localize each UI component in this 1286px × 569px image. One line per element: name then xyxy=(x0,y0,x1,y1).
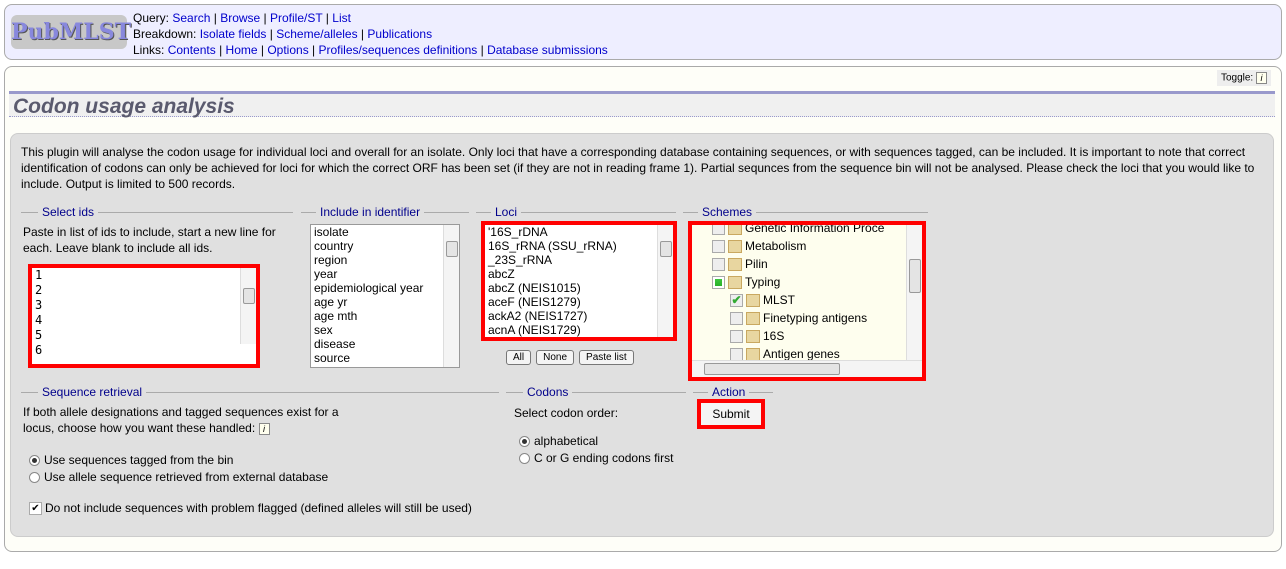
identifier-option[interactable]: year xyxy=(311,267,459,281)
identifier-option[interactable]: isolate xyxy=(311,225,459,239)
folder-icon xyxy=(746,312,760,326)
page-title: Codon usage analysis xyxy=(13,95,235,118)
scheme-item[interactable]: Genetic Information Proce xyxy=(712,225,908,237)
identifier-legend: Include in identifier xyxy=(316,205,425,219)
identifier-scrollbar[interactable] xyxy=(443,225,459,367)
codons-help: Select codon order: xyxy=(514,406,619,420)
options-link[interactable]: Options xyxy=(267,43,308,57)
identifier-option[interactable]: disease xyxy=(311,337,459,351)
select-ids-help: Paste in list of ids to include, start a… xyxy=(23,225,276,255)
checked-checkbox-icon[interactable]: ✔ xyxy=(29,502,42,516)
checkbox-icon[interactable] xyxy=(712,225,725,236)
loci-paste-list-button[interactable]: Paste list xyxy=(579,350,634,365)
database-submissions-link[interactable]: Database submissions xyxy=(487,43,608,57)
main-content: Toggle: i Codon usage analysis This plug… xyxy=(4,66,1282,552)
scheme-alleles-link[interactable]: Scheme/alleles xyxy=(276,27,357,41)
description: This plugin will analyse the codon usage… xyxy=(21,145,1255,191)
contents-link[interactable]: Contents xyxy=(168,43,216,57)
query-list-link[interactable]: List xyxy=(332,11,351,25)
scheme-item[interactable]: Metabolism xyxy=(712,237,908,255)
info-icon[interactable]: i xyxy=(258,422,270,435)
problem-flag-checkbox[interactable]: ✔ Do not include sequences with problem f… xyxy=(29,501,472,516)
folder-icon xyxy=(728,258,742,272)
query-profile-link[interactable]: Profile/ST xyxy=(270,11,322,25)
locus-option[interactable]: acnA (NEIS1729) xyxy=(485,323,673,337)
folder-icon xyxy=(728,276,742,290)
publications-link[interactable]: Publications xyxy=(367,27,432,41)
locus-option[interactable]: '16S_rDNA xyxy=(485,225,673,239)
scheme-item[interactable]: 16S xyxy=(712,327,908,345)
loci-scrollbar[interactable] xyxy=(657,225,673,337)
folder-icon xyxy=(728,225,742,236)
schemes-vscrollbar[interactable] xyxy=(906,225,922,360)
locus-option[interactable]: abcZ xyxy=(485,267,673,281)
checked-checkbox-icon[interactable]: ✔ xyxy=(730,294,743,308)
sequence-retrieval-legend: Sequence retrieval xyxy=(38,385,147,399)
folder-icon xyxy=(728,240,742,254)
loci-all-button[interactable]: All xyxy=(506,350,532,365)
isolate-fields-link[interactable]: Isolate fields xyxy=(200,27,267,41)
info-icon[interactable]: i xyxy=(1256,72,1267,84)
radio-icon[interactable] xyxy=(29,455,40,467)
folder-icon xyxy=(746,330,760,344)
radio-cg-first[interactable]: C or G ending codons first xyxy=(519,451,673,465)
radio-icon[interactable] xyxy=(519,436,530,448)
checkbox-icon[interactable] xyxy=(712,258,725,272)
select-ids-legend: Select ids xyxy=(38,205,99,219)
radio-tagged[interactable]: Use sequences tagged from the bin xyxy=(29,453,233,467)
submit-button[interactable]: Submit xyxy=(697,399,765,429)
title-bar: Codon usage analysis xyxy=(9,91,1275,118)
checkbox-icon[interactable] xyxy=(730,312,743,326)
toggle-help[interactable]: Toggle: i xyxy=(1216,70,1271,86)
sequence-retrieval-help: If both allele designations and tagged s… xyxy=(23,405,339,435)
checkbox-icon[interactable] xyxy=(712,240,725,254)
locus-option[interactable]: ackA2 (NEIS1727) xyxy=(485,309,673,323)
scheme-item[interactable]: ✔ MLST xyxy=(712,291,908,309)
identifier-option[interactable]: sex xyxy=(311,323,459,337)
query-browse-link[interactable]: Browse xyxy=(220,11,260,25)
breakdown-nav: Breakdown: Isolate fields | Scheme/allel… xyxy=(133,27,433,41)
schemes-tree[interactable]: Genetic Information Proce Metabolism Pil… xyxy=(688,221,926,381)
loci-select[interactable]: '16S_rDNA 16S_rRNA (SSU_rRNA) _23S_rRNA abc… xyxy=(481,221,677,341)
ids-scrollbar[interactable] xyxy=(240,268,256,344)
identifier-option[interactable]: source xyxy=(311,351,459,365)
locus-option[interactable]: 16S_rRNA (SSU_rRNA) xyxy=(485,239,673,253)
profiles-definitions-link[interactable]: Profiles/sequences definitions xyxy=(319,43,478,57)
action-legend: Action xyxy=(708,385,750,399)
query-nav: Query: Search | Browse | Profile/ST | Li… xyxy=(133,11,351,25)
folder-icon xyxy=(746,294,760,308)
header: PubMLST Query: Search | Browse | Profile… xyxy=(4,4,1282,60)
identifier-option[interactable]: age yr xyxy=(311,295,459,309)
identifier-option[interactable]: epidemiological year xyxy=(311,281,459,295)
locus-option[interactable]: _23S_rRNA xyxy=(485,253,673,267)
query-search-link[interactable]: Search xyxy=(172,11,210,25)
ids-textarea[interactable]: 123456 xyxy=(28,264,260,368)
identifier-option[interactable]: country xyxy=(311,239,459,253)
codons-legend: Codons xyxy=(523,385,573,399)
checkbox-icon[interactable] xyxy=(730,330,743,344)
schemes-hscrollbar[interactable] xyxy=(692,360,922,377)
locus-option[interactable]: abcZ (NEIS1015) xyxy=(485,281,673,295)
identifier-select[interactable]: isolate country region year epidemiological … xyxy=(310,224,460,368)
pubmlst-logo[interactable]: PubMLST xyxy=(11,15,131,49)
identifier-option[interactable]: region xyxy=(311,253,459,267)
scheme-item[interactable]: Finetyping antigens xyxy=(712,309,908,327)
radio-icon[interactable] xyxy=(29,472,40,484)
plugin-form: This plugin will analyse the codon usage… xyxy=(10,133,1274,537)
identifier-option[interactable]: age mth xyxy=(311,309,459,323)
radio-external[interactable]: Use allele sequence retrieved from exter… xyxy=(29,470,328,484)
links-nav: Links: Contents | Home | Options | Profi… xyxy=(133,43,608,57)
schemes-legend: Schemes xyxy=(698,205,757,219)
loci-legend: Loci xyxy=(491,205,522,219)
locus-option[interactable]: aceF (NEIS1279) xyxy=(485,295,673,309)
scheme-item[interactable]: Pilin xyxy=(712,255,908,273)
partial-checkbox-icon[interactable] xyxy=(712,276,725,290)
scheme-item[interactable]: Typing xyxy=(712,273,908,291)
radio-icon[interactable] xyxy=(519,453,530,465)
home-link[interactable]: Home xyxy=(226,43,258,57)
radio-alphabetical[interactable]: alphabetical xyxy=(519,434,598,448)
loci-none-button[interactable]: None xyxy=(536,350,575,365)
